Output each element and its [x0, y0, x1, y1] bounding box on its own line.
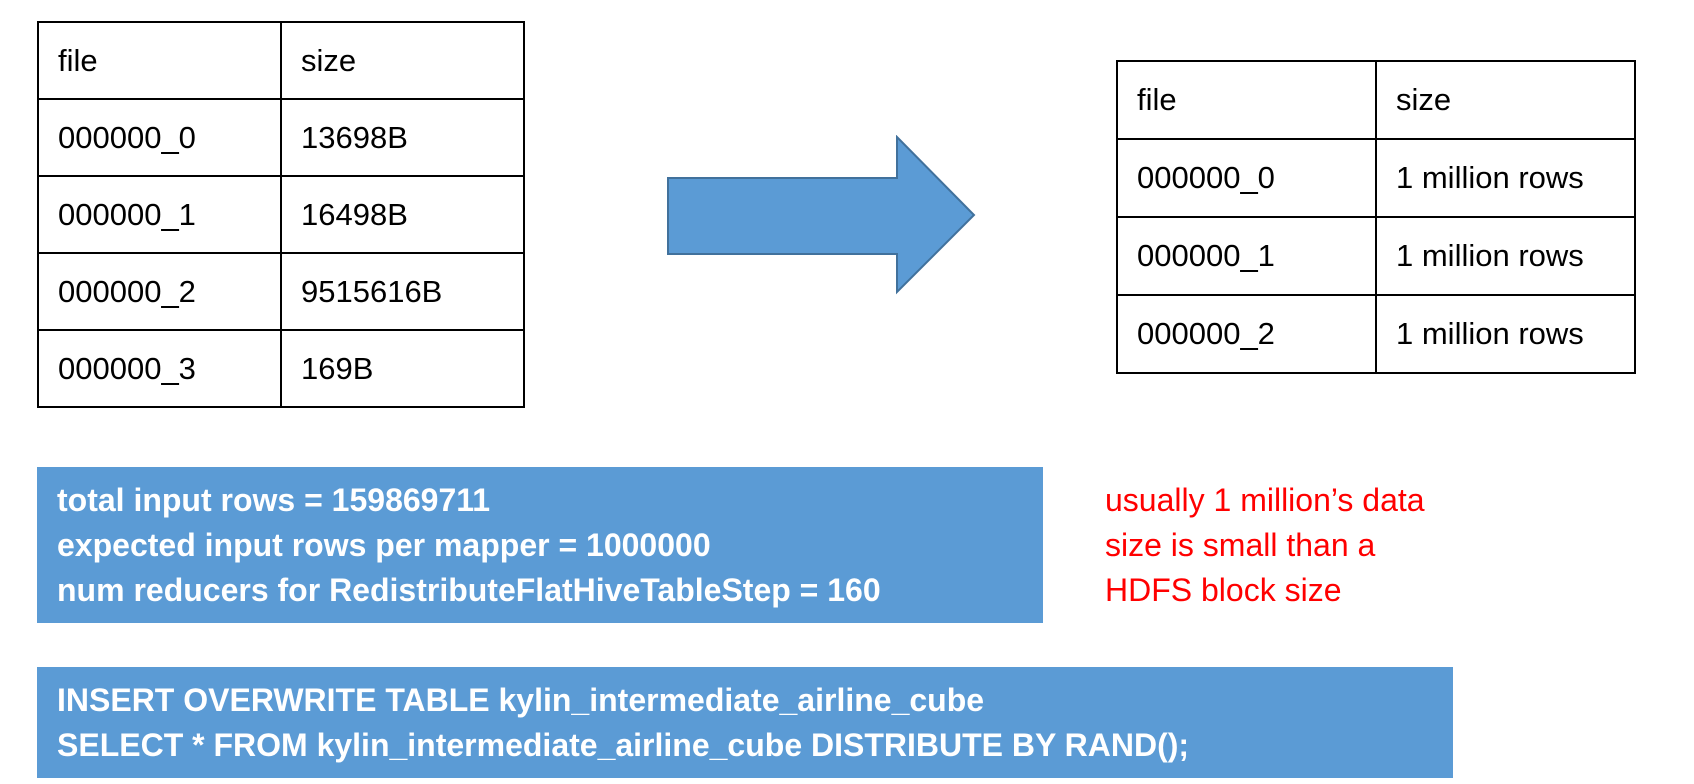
header-file: file: [1116, 60, 1377, 140]
table-row: 000000_0 1 million rows: [1116, 138, 1636, 218]
table-row: 000000_1 1 million rows: [1116, 216, 1636, 296]
file-cell: 000000_2: [1116, 294, 1377, 374]
right-arrow-icon: [667, 135, 976, 295]
stats-line: num reducers for RedistributeFlatHiveTab…: [57, 571, 881, 608]
table-header-row: file size: [1116, 60, 1636, 140]
size-cell: 1 million rows: [1375, 138, 1636, 218]
table-row: 000000_0 13698B: [37, 98, 525, 177]
stats-line: total input rows = 159869711: [57, 481, 491, 518]
header-file: file: [37, 21, 282, 100]
header-size: size: [1375, 60, 1636, 140]
note-line: usually 1 million’s data: [1105, 482, 1425, 518]
after-files-table: file size 000000_0 1 million rows 000000_1…: [1116, 60, 1636, 374]
size-cell: 1 million rows: [1375, 216, 1636, 296]
table-row: 000000_2 9515616B: [37, 252, 525, 331]
sql-box: INSERT OVERWRITE TABLE kylin_intermediat…: [37, 667, 1453, 778]
stats-box: total input rows = 159869711 expected in…: [37, 467, 1043, 623]
file-cell: 000000_0: [1116, 138, 1377, 218]
before-files-table: file size 000000_0 13698B 000000_1 16498B 0…: [37, 21, 525, 408]
size-cell: 169B: [280, 329, 525, 408]
table-row: 000000_1 16498B: [37, 175, 525, 254]
sql-line: INSERT OVERWRITE TABLE kylin_intermediat…: [57, 681, 985, 718]
file-cell: 000000_0: [37, 98, 282, 177]
stats-line: expected input rows per mapper = 1000000: [57, 526, 711, 563]
size-cell: 13698B: [280, 98, 525, 177]
table-row: 000000_2 1 million rows: [1116, 294, 1636, 374]
red-note: usually 1 million’s data size is small t…: [1105, 478, 1425, 613]
note-line: HDFS block size: [1105, 572, 1342, 608]
file-cell: 000000_2: [37, 252, 282, 331]
file-cell: 000000_1: [37, 175, 282, 254]
table-row: 000000_3 169B: [37, 329, 525, 408]
size-cell: 16498B: [280, 175, 525, 254]
header-size: size: [280, 21, 525, 100]
file-cell: 000000_1: [1116, 216, 1377, 296]
sql-line: SELECT * FROM kylin_intermediate_airline…: [57, 726, 1190, 763]
size-cell: 9515616B: [280, 252, 525, 331]
note-line: size is small than a: [1105, 527, 1376, 563]
file-cell: 000000_3: [37, 329, 282, 408]
size-cell: 1 million rows: [1375, 294, 1636, 374]
table-header-row: file size: [37, 21, 525, 100]
